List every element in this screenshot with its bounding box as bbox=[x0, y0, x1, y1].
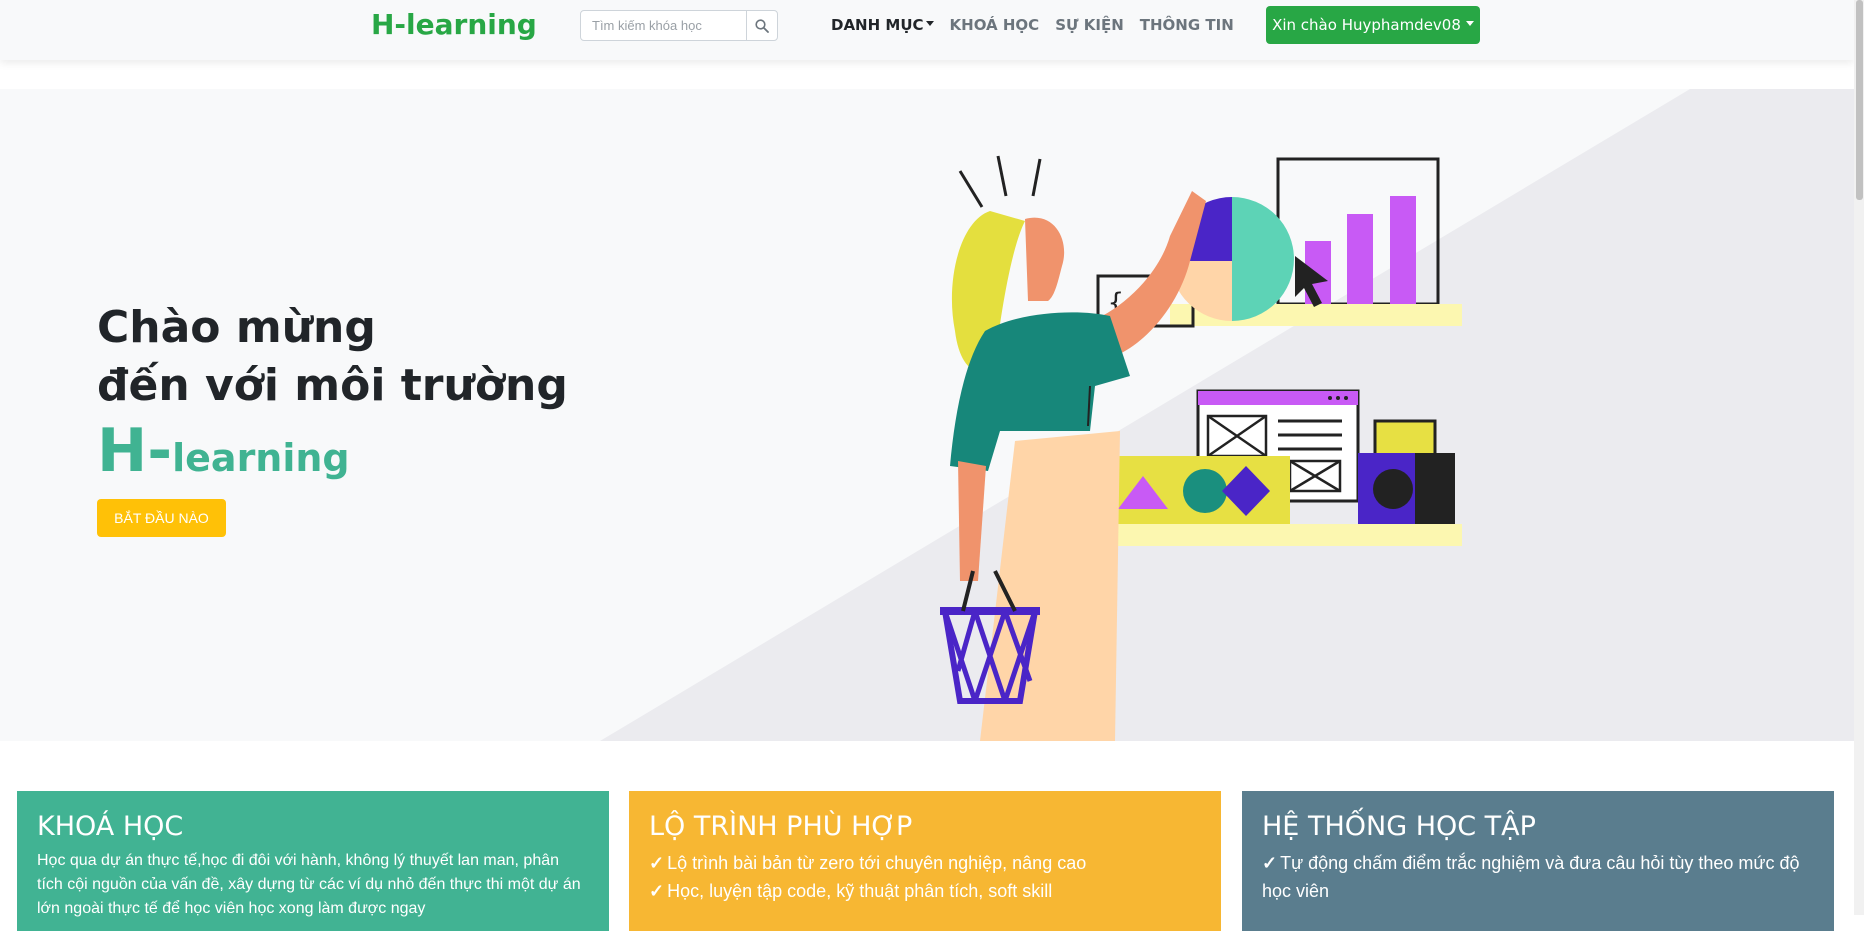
list-item: ✓ Học, luyện tập code, kỹ thuật phân tích… bbox=[649, 877, 1201, 905]
search-icon bbox=[755, 18, 769, 33]
feature-card-roadmap: LỘ TRÌNH PHÙ HỢP ✓ Lộ trình bài bản từ ze… bbox=[629, 791, 1221, 931]
feature-card-courses: KHOÁ HỌC Học qua dự án thực tế,học đi đô… bbox=[17, 791, 609, 931]
check-icon: ✓ bbox=[1262, 853, 1278, 873]
feature-card-learning-system: HỆ THỐNG HỌC TẬP ✓ Tự động chấm điểm trắc… bbox=[1242, 791, 1834, 931]
check-icon: ✓ bbox=[649, 853, 665, 873]
list-item: ✓ Tự động chấm điểm trắc nghiệm và đưa câ… bbox=[1262, 849, 1814, 905]
page-scrollbar[interactable] bbox=[1854, 0, 1864, 915]
list-item-text: Lộ trình bài bản từ zero tới chuyên nghi… bbox=[667, 853, 1087, 873]
hero-illustration: {/} bbox=[940, 155, 1462, 741]
start-button[interactable]: BẮT ĐẦU NÀO bbox=[97, 499, 226, 537]
hero-title-line-1: Chào mừng bbox=[97, 302, 376, 353]
list-item: ✓ Lộ trình bài bản từ zero tới chuyên ngh… bbox=[649, 849, 1201, 877]
nav-item-khoa-hoc[interactable]: KHOÁ HỌC bbox=[950, 16, 1040, 34]
user-menu-button[interactable]: Xin chào Huyphamdev08 bbox=[1266, 6, 1480, 44]
user-greeting: Xin chào Huyphamdev08 bbox=[1272, 16, 1461, 34]
caret-down-icon bbox=[1465, 20, 1474, 26]
search-button[interactable] bbox=[746, 11, 777, 40]
nav-item-thong-tin[interactable]: THÔNG TIN bbox=[1140, 16, 1234, 34]
main-nav: DANH MỤC KHOÁ HỌC SỰ KIỆN THÔNG TIN bbox=[831, 16, 1234, 34]
hero-brand-big: H- bbox=[97, 416, 173, 486]
caret-down-icon bbox=[925, 21, 934, 26]
hero-title: Chào mừng đến với môi trường bbox=[97, 299, 568, 415]
list-item-text: Học, luyện tập code, kỹ thuật phân tích,… bbox=[667, 881, 1053, 901]
card-title: HỆ THỐNG HỌC TẬP bbox=[1262, 811, 1536, 842]
card-text: Học qua dự án thực tế,học đi đôi với hàn… bbox=[37, 852, 581, 917]
hero-brand: H-learning bbox=[97, 416, 350, 486]
card-list: ✓ Tự động chấm điểm trắc nghiệm và đưa câ… bbox=[1262, 849, 1814, 905]
card-title: LỘ TRÌNH PHÙ HỢP bbox=[649, 811, 913, 842]
hero-brand-small: learning bbox=[172, 436, 350, 480]
search-input[interactable] bbox=[581, 11, 748, 40]
navbar: H-learning DANH MỤC KHOÁ HỌC SỰ KIỆN THÔ… bbox=[0, 0, 1854, 60]
hero-title-line-2: đến với môi trường bbox=[97, 360, 568, 411]
hero-banner: Chào mừng đến với môi trường H-learning … bbox=[0, 89, 1854, 741]
check-icon: ✓ bbox=[649, 881, 665, 901]
card-title: KHOÁ HỌC bbox=[37, 811, 184, 842]
search-box bbox=[580, 10, 778, 41]
list-item-text: Tự động chấm điểm trắc nghiệm và đưa câu… bbox=[1262, 853, 1800, 901]
nav-item-danh-muc[interactable]: DANH MỤC bbox=[831, 16, 934, 34]
card-list: ✓ Lộ trình bài bản từ zero tới chuyên ngh… bbox=[649, 849, 1201, 905]
nav-item-su-kien[interactable]: SỰ KIỆN bbox=[1055, 16, 1124, 34]
brand-logo[interactable]: H-learning bbox=[371, 8, 537, 41]
nav-item-label: DANH MỤC bbox=[831, 16, 924, 34]
scrollbar-thumb[interactable] bbox=[1856, 0, 1863, 200]
